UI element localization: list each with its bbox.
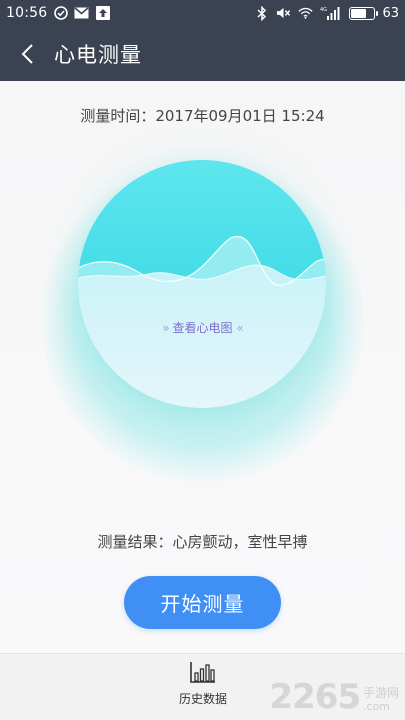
mute-icon — [276, 6, 291, 21]
watermark-number: 2265 — [269, 677, 361, 717]
mail-icon — [74, 6, 89, 21]
measure-time: 测量时间：2017年09月01日 15:24 — [80, 107, 325, 125]
nav-history-data[interactable]: 历史数据 — [163, 660, 243, 716]
bottom-nav: 历史数据 2265 手游网 .com — [0, 653, 405, 720]
chevron-left-icon — [21, 43, 33, 64]
status-bar: 10:56 4G 63 — [0, 0, 405, 26]
watermark-logo: 2265 手游网 .com — [269, 680, 399, 714]
watermark-top-text: 手游网 — [362, 686, 399, 700]
double-arrow-right-icon: » — [162, 321, 169, 335]
svg-text:4G: 4G — [320, 7, 327, 13]
battery-icon — [349, 6, 379, 20]
upload-icon — [95, 6, 110, 21]
app-bar: 心电测量 — [0, 26, 405, 81]
back-button[interactable] — [0, 26, 54, 81]
check-circle-icon — [53, 6, 68, 21]
view-ecg-label: 查看心电图 — [172, 321, 233, 335]
battery-level: 63 — [382, 5, 399, 21]
wifi-icon — [298, 6, 314, 21]
double-arrow-left-icon: « — [236, 321, 243, 335]
measure-result: 测量结果：心房颤动，室性早搏 — [97, 533, 308, 551]
view-ecg-link[interactable]: » 查看心电图 « — [0, 319, 405, 336]
main-content: 测量时间：2017年09月01日 15:24 » 查看心电图 « 测量结果：心房… — [0, 81, 405, 653]
bar-chart-icon — [190, 662, 215, 683]
page-title: 心电测量 — [54, 42, 142, 67]
signal-icon: 4G — [320, 6, 342, 21]
nav-history-label: 历史数据 — [178, 692, 227, 706]
status-time: 10:56 — [6, 5, 48, 21]
bluetooth-icon — [254, 5, 269, 21]
watermark-bottom-text: .com — [362, 700, 390, 713]
start-measure-button[interactable]: 开始测量 — [124, 576, 281, 629]
ecg-wave-circle[interactable] — [78, 160, 326, 408]
